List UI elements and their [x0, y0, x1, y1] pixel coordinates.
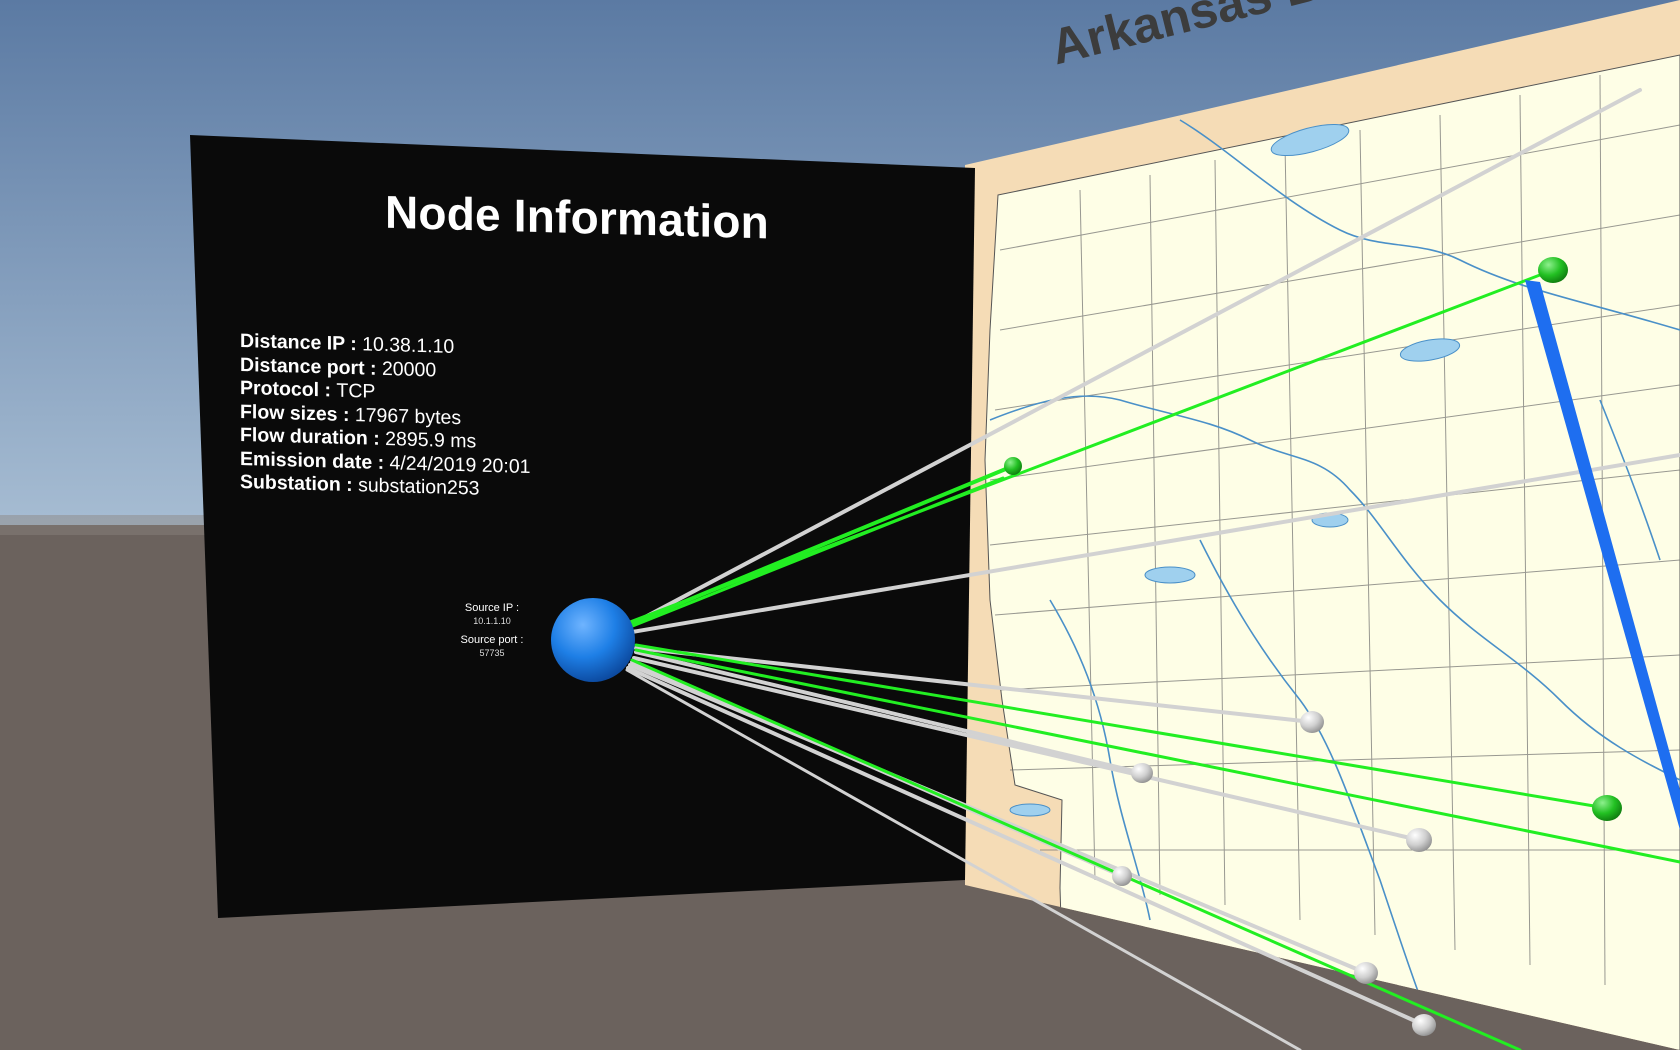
- source-port-label: Source port :: [460, 634, 524, 646]
- node-info-title: Node Information: [385, 185, 769, 249]
- vr-scene: [0, 0, 1680, 1050]
- node-inactive: [1412, 1014, 1436, 1036]
- source-ip-value: 10.1.1.10: [473, 616, 511, 626]
- node-inactive: [1131, 763, 1153, 783]
- node-info-fields: Distance IP : 10.38.1.10 Distance port :…: [240, 330, 531, 503]
- node-active: [1592, 795, 1622, 821]
- node-active: [1538, 257, 1568, 283]
- map-land: [984, 54, 1680, 1050]
- node-inactive: [1354, 962, 1378, 984]
- source-ip-label: Source IP :: [464, 602, 520, 614]
- node-inactive: [1112, 866, 1132, 886]
- source-node-sphere: [551, 598, 635, 682]
- node-inactive: [1406, 828, 1432, 852]
- arkansas-map[interactable]: [965, 0, 1680, 1050]
- node-inactive: [1300, 711, 1324, 733]
- source-port-value: 57735: [479, 648, 505, 658]
- node-active: [1004, 457, 1022, 475]
- source-node-labels: Source IP : 10.1.1.10 Source port : 5773…: [448, 602, 536, 666]
